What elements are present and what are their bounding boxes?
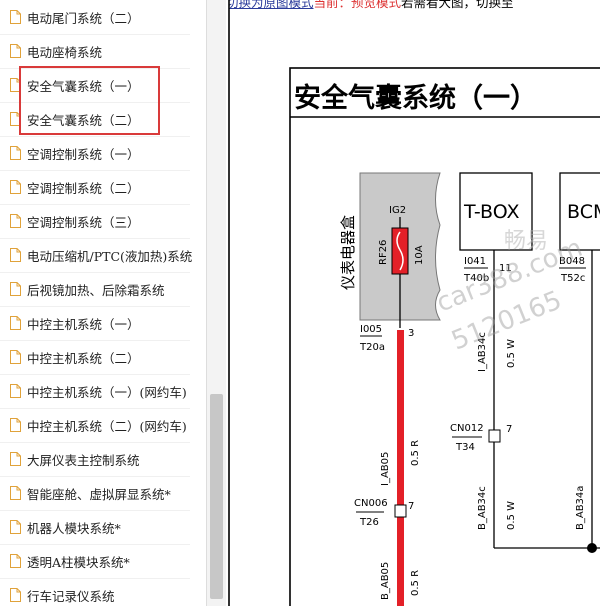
cn006-pin: 7 bbox=[408, 501, 414, 512]
sidebar-item-label: 机器人模块系统* bbox=[27, 520, 121, 536]
tbox-pin: I041 bbox=[464, 256, 486, 267]
document-icon bbox=[10, 44, 21, 58]
wire-2-spec: 0.5 W bbox=[506, 339, 517, 368]
splice-point bbox=[587, 543, 597, 553]
sidebar-item[interactable]: 电动尾门系统（二） bbox=[0, 0, 190, 35]
sidebar-item-label: 电动压缩机/PTC(液加热)系统 bbox=[27, 248, 193, 264]
sidebar-item-label: 中控主机系统（二）(网约车) bbox=[27, 418, 187, 434]
document-icon bbox=[10, 520, 21, 534]
sidebar-item-label: 中控主机系统（一）(网约车) bbox=[27, 384, 187, 400]
sidebar-item-label: 行车记录仪系统 bbox=[27, 588, 115, 604]
bcm-connector: T52c bbox=[560, 273, 585, 284]
wire-1-label: I_AB05 bbox=[380, 452, 391, 486]
diagram-frame bbox=[289, 67, 600, 606]
sidebar-item[interactable]: 机器人模块系统* bbox=[0, 510, 190, 545]
sidebar-item[interactable]: 中控主机系统（一） bbox=[0, 306, 190, 341]
sidebar: 电动尾门系统（二） 电动座椅系统 安全气囊系统（一） 安全气囊系统（二） 空调控制系统（… bbox=[0, 0, 207, 606]
cn012-connector-id: T34 bbox=[455, 442, 475, 453]
wire-1-spec: 0.5 R bbox=[410, 440, 421, 466]
sidebar-item-label: 智能座舱、虚拟屏显系统* bbox=[27, 486, 171, 502]
sidebar-item[interactable]: 空调控制系统（三） bbox=[0, 204, 190, 239]
left-pin-id: I005 bbox=[360, 324, 382, 335]
sidebar-item-label: 空调控制系统（一） bbox=[27, 146, 140, 162]
sidebar-item[interactable]: 大屏仪表主控制系统 bbox=[0, 442, 190, 477]
sidebar-item[interactable]: 空调控制系统（二） bbox=[0, 170, 190, 205]
sidebar-item[interactable]: 智能座舱、虚拟屏显系统* bbox=[0, 476, 190, 511]
sidebar-item-label: 中控主机系统（二） bbox=[27, 350, 140, 366]
wire-4-label: B_AB34a bbox=[575, 486, 586, 530]
document-icon bbox=[10, 282, 21, 296]
document-icon bbox=[10, 10, 21, 24]
wire-5-label: B_AB05 bbox=[380, 562, 391, 600]
sidebar-item[interactable]: 中控主机系统（二） bbox=[0, 340, 190, 375]
sidebar-item-label: 大屏仪表主控制系统 bbox=[27, 452, 140, 468]
sidebar-item[interactable]: 后视镜加热、后除霜系统 bbox=[0, 272, 190, 307]
sidebar-item-label: 电动尾门系统（二） bbox=[27, 10, 140, 26]
sidebar-item[interactable]: 空调控制系统（一） bbox=[0, 136, 190, 171]
module-label: 仪表电器盒 bbox=[339, 215, 357, 290]
sidebar-item-label: 后视镜加热、后除霜系统 bbox=[27, 282, 165, 298]
page-left-border bbox=[226, 0, 230, 606]
document-icon bbox=[10, 486, 21, 500]
sidebar-item[interactable]: 透明A柱模块系统* bbox=[0, 544, 190, 579]
fuse-id: RF26 bbox=[378, 240, 389, 265]
cn012-label: CN012 bbox=[450, 423, 484, 434]
sidebar-scrollbar[interactable] bbox=[206, 0, 227, 606]
diagram-title: 安全气囊系统（一） bbox=[294, 82, 537, 114]
scrollbar-thumb[interactable] bbox=[210, 394, 223, 599]
document-icon bbox=[10, 588, 21, 602]
cn006-label: CN006 bbox=[354, 498, 388, 509]
left-pin-number: 3 bbox=[408, 328, 414, 339]
wire-5-spec: 0.5 R bbox=[410, 570, 421, 596]
document-icon bbox=[10, 180, 21, 194]
document-icon bbox=[10, 214, 21, 228]
document-icon bbox=[10, 248, 21, 262]
tbox-label: T-BOX bbox=[463, 201, 520, 223]
sidebar-item[interactable]: 中控主机系统（二）(网约车) bbox=[0, 408, 190, 443]
document-icon bbox=[10, 146, 21, 160]
diagram-viewer: 切换为原图模式当前：预览模式若需看大图，切换至 安全气囊系统（一） 仪表电器盒 … bbox=[226, 0, 600, 606]
document-icon bbox=[10, 452, 21, 466]
sidebar-item-label: 空调控制系统（三） bbox=[27, 214, 140, 230]
fuse-rating: 10A bbox=[414, 245, 425, 265]
sidebar-item[interactable]: 电动座椅系统 bbox=[0, 34, 190, 69]
left-connector-id: T20a bbox=[359, 342, 385, 353]
wire-3-spec: 0.5 W bbox=[506, 501, 517, 530]
cn012-connector-icon bbox=[488, 429, 501, 443]
sidebar-item-label: 电动座椅系统 bbox=[27, 44, 103, 60]
sidebar-item-label: 空调控制系统（二） bbox=[27, 180, 140, 196]
document-icon bbox=[10, 350, 21, 364]
document-icon bbox=[10, 418, 21, 432]
bcm-label: BCM bbox=[567, 201, 600, 223]
sidebar-item-label: 透明A柱模块系统* bbox=[27, 554, 130, 570]
document-icon bbox=[10, 384, 21, 398]
document-icon bbox=[10, 554, 21, 568]
sidebar-item[interactable]: 中控主机系统（一）(网约车) bbox=[0, 374, 190, 409]
cn006-connector-icon bbox=[394, 504, 407, 518]
highlight-box bbox=[19, 66, 160, 135]
sidebar-item[interactable]: 行车记录仪系统 bbox=[0, 578, 190, 606]
cn006-connector-id: T26 bbox=[359, 517, 379, 528]
document-icon bbox=[10, 316, 21, 330]
fuse-top-label: IG2 bbox=[389, 205, 406, 216]
sidebar-item-label: 中控主机系统（一） bbox=[27, 316, 140, 332]
cn012-pin: 7 bbox=[506, 424, 512, 435]
wire-3-label: B_AB34c bbox=[477, 486, 488, 530]
sidebar-item[interactable]: 电动压缩机/PTC(液加热)系统 bbox=[0, 238, 193, 273]
wire-red bbox=[397, 330, 404, 606]
wiring-diagram: 安全气囊系统（一） 仪表电器盒 IG2 RF26 10A I005 T20a 3… bbox=[226, 0, 600, 606]
